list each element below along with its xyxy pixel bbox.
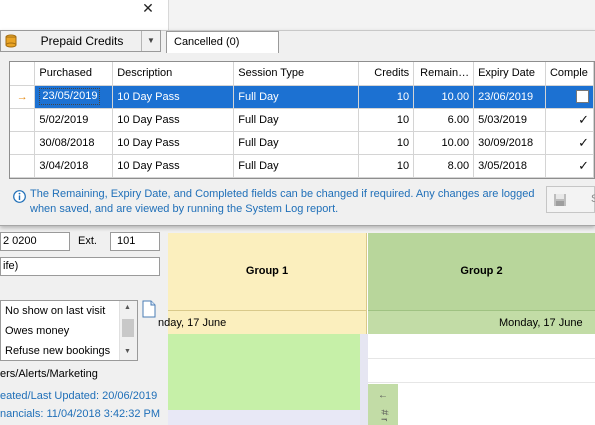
column-header[interactable]: Description [112,62,235,86]
tab-cancelled[interactable]: Cancelled (0) [166,31,279,53]
purchased-cell[interactable]: 5/02/2019 [34,108,114,132]
purchased-value: 23/05/2019 [39,88,101,105]
categories-label: ers/Alerts/Marketing [0,368,98,380]
side-tab-arrow: ← [378,390,388,401]
document-icon[interactable] [140,300,158,318]
credits-cell: 10 [358,154,415,178]
save-label: S [591,193,595,205]
credits-table: Purchased Description Session Type Credi… [10,62,594,178]
expiry-cell[interactable]: 3/05/2018 [473,154,546,178]
group-2-header[interactable]: Group 2 [368,233,595,310]
list-item[interactable]: No show on last visit [5,301,105,321]
column-header[interactable]: Remain… [413,62,475,86]
credits-cell: 10 [358,85,415,109]
expiry-cell[interactable]: 5/03/2019 [473,108,546,132]
scroll-up-icon[interactable]: ▲ [124,304,131,311]
group-1-date: nday, 17 June [158,317,227,329]
table-row[interactable]: 5/02/2019 10 Day Pass Full Day 10 6.00 5… [10,108,594,132]
completed-cell[interactable]: ✓ [545,108,594,132]
completed-cell[interactable]: ✓ [545,154,594,178]
info-icon [13,190,26,203]
info-message: The Remaining, Expiry Date, and Complete… [30,188,535,215]
scroll-down-icon[interactable]: ▼ [124,348,131,355]
save-icon [554,194,566,206]
mode-combo[interactable]: Prepaid Credits ▼ [0,30,161,52]
description-cell: 10 Day Pass [112,131,235,155]
check-icon[interactable]: ✓ [578,113,589,126]
list-item[interactable]: Refuse new bookings [5,341,110,361]
description-cell: 10 Day Pass [112,85,235,109]
alerts-list[interactable]: No show on last visit Owes money Refuse … [0,300,138,361]
list-scrollbar[interactable]: ▲ ▼ [119,301,137,360]
group-2-date-row: Monday, 17 June [368,310,595,334]
remaining-cell[interactable]: 10.00 [413,85,475,109]
completed-cell[interactable] [545,85,594,109]
expiry-cell[interactable]: 30/09/2018 [473,131,546,155]
table-row[interactable]: 3/04/2018 10 Day Pass Full Day 10 8.00 3… [10,154,594,178]
save-button[interactable]: S [546,186,595,213]
credits-cell: 10 [358,108,415,132]
completed-cell[interactable]: ✓ [545,131,594,155]
purchased-cell[interactable]: 30/08/2018 [34,131,114,155]
column-header[interactable]: Comple [545,62,594,86]
side-tab-text: # r [378,409,390,422]
expiry-cell[interactable]: 23/06/2019 [473,85,546,109]
group-1-date-row: nday, 17 June [158,310,367,334]
group-2-date: Monday, 17 June [499,317,583,329]
coins-icon [5,34,17,48]
column-header[interactable]: Credits [358,62,415,86]
group-1-title: Group 1 [245,265,289,277]
close-icon[interactable]: ✕ [139,0,157,18]
remaining-cell[interactable]: 10.00 [413,131,475,155]
ext-field[interactable]: 101 [110,232,160,251]
session-type-cell: Full Day [233,154,360,178]
mode-combo-label: Prepaid Credits [40,34,124,48]
row-indicator [10,131,36,155]
slot-line [368,358,595,359]
chevron-down-icon[interactable]: ▼ [141,31,160,51]
created-updated-link[interactable]: eated/Last Updated: 20/06/2019 [0,388,157,404]
check-icon[interactable]: ✓ [578,136,589,149]
side-tab[interactable]: ← # r [368,384,398,425]
credits-grid: Purchased Description Session Type Credi… [9,61,595,179]
column-header[interactable]: Purchased [34,62,114,86]
financials-link[interactable]: nancials: 11/04/2018 3:42:32 PM [0,406,160,422]
remaining-cell[interactable]: 8.00 [413,154,475,178]
list-item[interactable]: Owes money [5,321,69,341]
description-cell: 10 Day Pass [112,108,235,132]
completed-checkbox[interactable] [576,90,589,103]
header-row: Purchased Description Session Type Credi… [10,62,594,86]
check-icon[interactable]: ✓ [578,159,589,172]
table-row[interactable]: 30/08/2018 10 Day Pass Full Day 10 10.00… [10,131,594,155]
column-divider [360,334,368,425]
relation-field[interactable]: ife) [0,257,160,276]
scroll-thumb[interactable] [122,319,134,337]
row-indicator [10,154,36,178]
purchased-cell[interactable]: 3/04/2018 [34,154,114,178]
row-indicator [10,108,36,132]
session-type-cell: Full Day [233,131,360,155]
remaining-cell[interactable]: 6.00 [413,108,475,132]
column-header[interactable]: Expiry Date [473,62,546,86]
right-pane-header [168,0,595,30]
group-1-header[interactable]: Group 1 [168,233,367,310]
table-row[interactable]: → 23/05/2019 10 Day Pass Full Day 10 10.… [10,85,594,109]
ext-label: Ext. [78,235,97,247]
session-type-cell: Full Day [233,108,360,132]
credits-cell: 10 [358,131,415,155]
time-slot-strip [168,410,360,425]
row-selected-arrow-icon: → [10,85,36,109]
indicator-header [10,62,36,86]
slot-line [368,382,595,383]
column-header[interactable]: Session Type [233,62,360,86]
booking-block[interactable] [168,334,360,410]
description-cell: 10 Day Pass [112,154,235,178]
purchased-cell[interactable]: 23/05/2019 [34,85,114,109]
session-type-cell: Full Day [233,85,360,109]
phone-field[interactable]: 2 0200 [0,232,70,251]
group-2-title: Group 2 [460,265,503,277]
